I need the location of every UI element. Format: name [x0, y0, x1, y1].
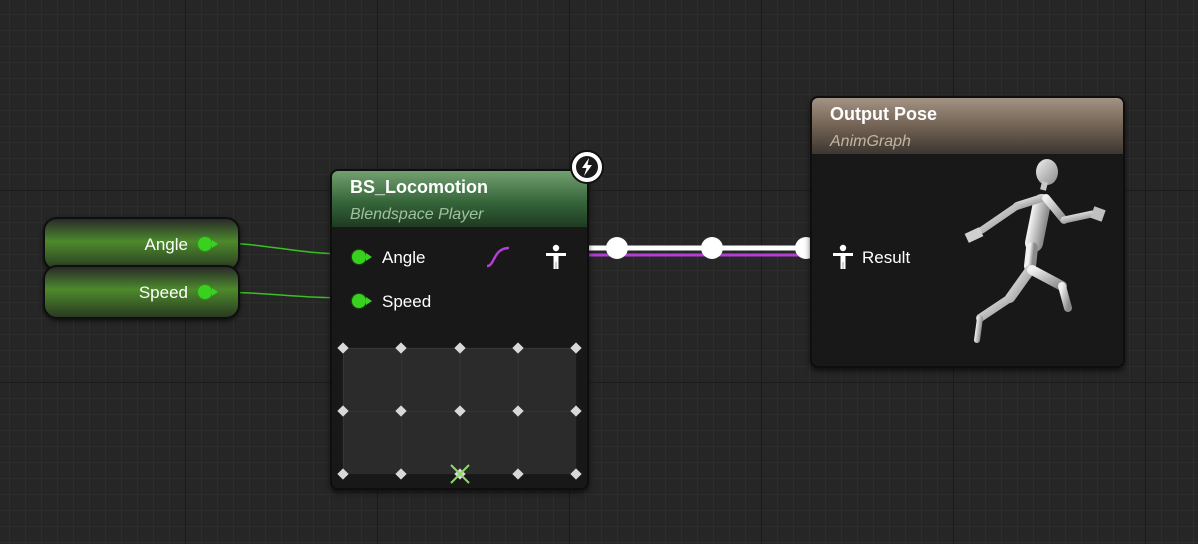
output-pose-header[interactable]: Output Pose AnimGraph [812, 98, 1123, 154]
speed-input-label: Speed [382, 292, 432, 311]
sample-point [337, 405, 349, 417]
sample-point [570, 468, 582, 480]
sample-point [512, 405, 524, 417]
wire-flow-bubble [606, 237, 628, 259]
blendspace-node-header[interactable]: BS_Locomotion Blendspace Player [332, 171, 587, 227]
result-input-label: Result [862, 248, 911, 267]
sample-point [512, 468, 524, 480]
running-mannequin-preview [964, 159, 1107, 343]
pose-output-pin-icon[interactable] [544, 244, 568, 270]
pose-input-pin-icon[interactable] [831, 244, 855, 270]
angle-input-label: Angle [382, 248, 426, 267]
output-pose-subtitle: AnimGraph [830, 133, 911, 150]
sample-point [570, 342, 582, 354]
speed-variable-node[interactable]: Speed [43, 265, 240, 319]
output-pose-node[interactable]: Output Pose AnimGraph Result [810, 96, 1125, 368]
speed-input-pin[interactable] [352, 294, 372, 308]
blendspace-node-title: BS_Locomotion [350, 177, 488, 197]
sample-point [454, 405, 466, 417]
blendspace-preview-grid [337, 342, 582, 484]
blendspace-player-node[interactable]: BS_Locomotion Blendspace Player Angle Sp… [330, 169, 589, 490]
sample-point [512, 342, 524, 354]
sample-point [570, 405, 582, 417]
sample-point [454, 342, 466, 354]
blendspace-node-subtitle: Blendspace Player [350, 206, 484, 223]
angle-output-pin[interactable] [198, 237, 218, 251]
sample-point [395, 468, 407, 480]
current-blend-position-marker [450, 464, 470, 484]
sample-point [337, 342, 349, 354]
lightning-bolt-icon [570, 150, 604, 184]
angle-variable-label: Angle [144, 235, 188, 254]
sample-point [395, 405, 407, 417]
speed-output-pin[interactable] [198, 285, 218, 299]
output-pose-title: Output Pose [830, 104, 937, 124]
wire-flow-bubble [701, 237, 723, 259]
sample-point [395, 342, 407, 354]
curve-icon [486, 246, 510, 268]
angle-input-pin[interactable] [352, 250, 372, 264]
speed-variable-label: Speed [138, 283, 188, 302]
sample-point [337, 468, 349, 480]
angle-variable-node[interactable]: Angle [43, 217, 240, 271]
